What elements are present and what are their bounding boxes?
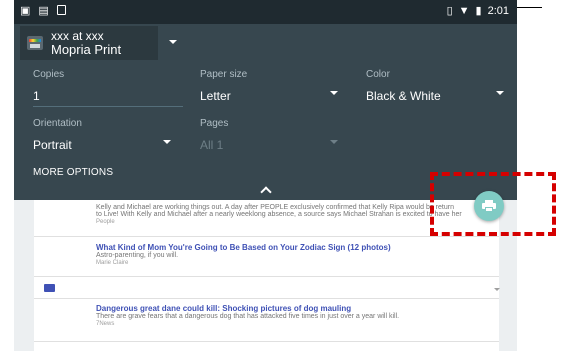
article-subtitle: There are grave fears that a dangerous d… [96,313,400,320]
pages-dropdown-icon [330,140,338,144]
vibrate-icon: ▯ [446,5,453,17]
printer-selector[interactable]: xxx at xxx Mopria Print [20,26,158,60]
feed-divider [34,236,499,237]
paper-size-dropdown-icon[interactable] [330,91,338,95]
paper-size-field[interactable]: Paper size Letter [200,69,247,103]
wifi-icon: ▼ [458,5,470,17]
article-item-great-dane[interactable]: Dangerous great dane could kill: Shockin… [96,304,399,327]
image-icon: ▣ [20,5,31,17]
printer-name: Mopria Print [51,42,122,57]
pages-label: Pages [200,118,229,129]
status-bar-left: ▣ ▤ [20,5,66,17]
article-source: 7News [96,321,115,327]
paper-size-value[interactable]: Letter [200,89,247,103]
more-options-button[interactable]: MORE OPTIONS [33,167,113,178]
feed-divider [34,341,499,342]
color-dropdown-icon[interactable] [496,91,504,95]
partial-line-1: Kelly and Michael are working things out… [96,204,454,211]
printer-logo-icon [27,36,43,50]
color-value[interactable]: Black & White [366,89,441,103]
highlight-box [430,172,556,236]
article-title[interactable]: What Kind of Mom You're Going to Be Base… [96,243,391,252]
color-field[interactable]: Color Black & White [366,69,441,103]
paper-size-label: Paper size [200,69,248,80]
pages-value: All 1 [200,138,224,152]
printer-dropdown-icon[interactable] [169,40,177,44]
orientation-value[interactable]: Portrait [33,138,82,152]
partial-source: People [96,219,115,225]
feed-divider [34,276,499,277]
status-bar: ▣ ▤ ▯ ▼ ▮ 2:01 [14,0,517,24]
chevron-down-icon[interactable] [494,288,500,291]
copies-field[interactable]: Copies 1 [33,69,64,103]
article-subtitle: Astro-parenting, if you will. [96,252,179,259]
article-item-zodiac[interactable]: What Kind of Mom You're Going to Be Base… [96,243,391,266]
chevron-up-icon[interactable] [260,186,272,198]
article-source: Marie Claire [96,260,129,266]
feed-divider [34,298,499,299]
partial-line-2: to Live! With Kelly and Michael after a … [96,211,462,218]
copies-label: Copies [33,69,65,80]
bookmark-icon[interactable] [44,284,55,292]
pages-field: Pages All 1 [200,118,228,152]
orientation-field[interactable]: Orientation Portrait [33,118,82,152]
copies-underline [33,106,183,107]
orientation-label: Orientation [33,118,82,129]
copies-input[interactable]: 1 [33,89,64,103]
sd-card-icon [56,5,66,15]
color-label: Color [366,69,390,80]
status-time: 2:01 [487,5,509,17]
printer-info: xxx at xxx Mopria Print [51,30,122,57]
battery-icon: ▮ [475,5,482,17]
article-title[interactable]: Dangerous great dane could kill: Shockin… [96,304,399,313]
partial-article[interactable]: Kelly and Michael are working things out… [96,204,462,225]
status-bar-right: ▯ ▼ ▮ 2:01 [447,5,509,17]
orientation-dropdown-icon[interactable] [163,140,171,144]
screenshot-icon: ▤ [38,5,49,17]
